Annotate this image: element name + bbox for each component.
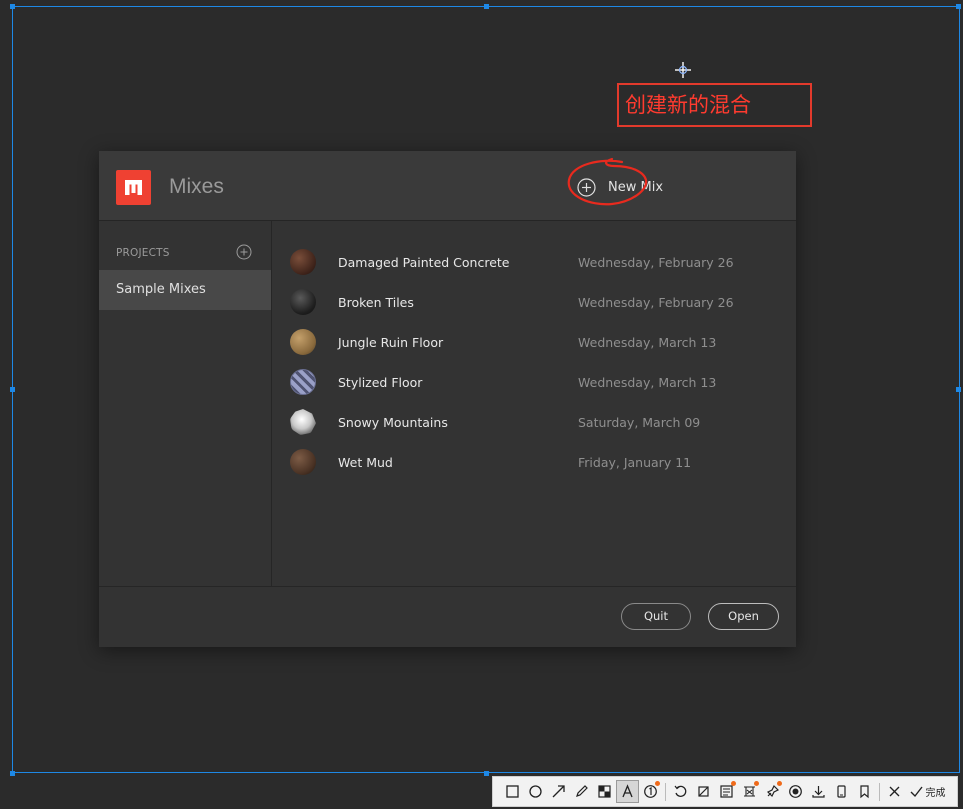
selection-handle[interactable] xyxy=(10,387,15,392)
pen-tool[interactable] xyxy=(570,780,593,803)
annotation-text: 创建新的混合 xyxy=(625,93,751,117)
dialog-title: Mixes xyxy=(169,175,224,198)
number-marker-tool[interactable] xyxy=(639,780,662,803)
annotation-circle-mark xyxy=(567,157,648,206)
crosshair-cursor-icon xyxy=(675,62,691,78)
text-tool[interactable] xyxy=(616,780,639,803)
list-item[interactable]: Broken Tiles Wednesday, February 26 xyxy=(273,282,796,322)
record-icon xyxy=(789,785,802,798)
projects-sidebar: PROJECTS Sample Mixes xyxy=(99,221,272,586)
dialog-footer: Quit Open xyxy=(99,586,796,647)
numbered-marker-icon xyxy=(644,785,657,798)
sidebar-item-sample-mixes[interactable]: Sample Mixes xyxy=(99,270,271,310)
arrow-icon xyxy=(552,785,565,798)
mosaic-tool[interactable] xyxy=(593,780,616,803)
rectangle-tool[interactable] xyxy=(501,780,524,803)
add-project-icon[interactable] xyxy=(236,244,252,260)
mosaic-icon xyxy=(598,785,611,798)
list-item[interactable]: Snowy Mountains Saturday, March 09 xyxy=(273,402,796,442)
record-tool[interactable] xyxy=(784,780,807,803)
bookmark-tool[interactable] xyxy=(853,780,876,803)
phone-icon xyxy=(837,785,846,798)
bookmark-icon xyxy=(860,785,869,799)
toolbar-divider xyxy=(665,782,666,801)
save-tool[interactable] xyxy=(807,780,830,803)
selection-handle[interactable] xyxy=(10,4,15,9)
list-item[interactable]: Damaged Painted Concrete Wednesday, Febr… xyxy=(273,242,796,282)
capture-toolbar: 完成 xyxy=(492,776,958,807)
dialog-header: Mixes New Mix xyxy=(99,151,796,221)
mix-name: Snowy Mountains xyxy=(338,414,448,430)
done-label: 完成 xyxy=(925,788,946,799)
ocr-icon xyxy=(720,785,733,798)
download-icon xyxy=(812,786,825,798)
mix-list: Damaged Painted Concrete Wednesday, Febr… xyxy=(273,222,796,586)
pin-tool[interactable] xyxy=(761,780,784,803)
notification-dot xyxy=(754,781,759,786)
selection-handle[interactable] xyxy=(484,4,489,9)
list-item[interactable]: Stylized Floor Wednesday, March 13 xyxy=(273,362,796,402)
mix-date: Wednesday, February 26 xyxy=(578,294,734,310)
list-item[interactable]: Wet Mud Friday, January 11 xyxy=(273,442,796,482)
mix-date: Saturday, March 09 xyxy=(578,414,701,430)
mixes-dialog: Mixes New Mix PROJECTS Sample Mixes Dama… xyxy=(99,151,796,647)
notification-dot xyxy=(777,781,782,786)
translate-tool[interactable] xyxy=(738,780,761,803)
toolbar-divider xyxy=(879,782,880,801)
notification-dot xyxy=(731,781,736,786)
ocr-tool[interactable] xyxy=(715,780,738,803)
ellipse-tool[interactable] xyxy=(524,780,547,803)
pencil-icon xyxy=(576,785,588,797)
mix-thumbnail xyxy=(290,289,316,315)
selection-handle[interactable] xyxy=(484,771,489,776)
mix-thumbnail xyxy=(290,369,316,395)
selection-handle[interactable] xyxy=(10,771,15,776)
text-icon xyxy=(622,784,633,798)
pin-icon xyxy=(766,784,780,798)
mix-name: Jungle Ruin Floor xyxy=(338,334,444,350)
device-tool[interactable] xyxy=(830,780,853,803)
mix-thumbnail xyxy=(290,329,316,355)
cancel-tool[interactable] xyxy=(883,780,906,803)
crop-tool[interactable] xyxy=(692,780,715,803)
check-icon xyxy=(910,786,923,798)
notification-dot xyxy=(655,781,660,786)
mix-thumbnail xyxy=(290,409,316,435)
translate-icon xyxy=(744,786,755,797)
done-button[interactable]: 完成 xyxy=(906,780,948,803)
mix-date: Friday, January 11 xyxy=(578,454,692,470)
annotation-textbox[interactable]: 创建新的混合 xyxy=(617,83,812,127)
rectangle-icon xyxy=(506,785,519,798)
mix-date: Wednesday, March 13 xyxy=(578,374,717,390)
quit-button[interactable]: Quit xyxy=(621,603,691,630)
mix-name: Broken Tiles xyxy=(338,294,414,310)
open-button[interactable]: Open xyxy=(708,603,779,630)
selection-handle[interactable] xyxy=(956,4,961,9)
mix-name: Damaged Painted Concrete xyxy=(338,254,510,270)
list-item[interactable]: Jungle Ruin Floor Wednesday, March 13 xyxy=(273,322,796,362)
mix-name: Stylized Floor xyxy=(338,374,423,390)
circle-icon xyxy=(529,785,542,798)
undo-tool[interactable] xyxy=(669,780,692,803)
projects-section-label: PROJECTS xyxy=(116,247,170,259)
mix-thumbnail xyxy=(290,449,316,475)
close-icon xyxy=(889,786,900,797)
mix-thumbnail xyxy=(290,249,316,275)
mix-date: Wednesday, March 13 xyxy=(578,334,717,350)
app-logo-icon xyxy=(116,170,151,205)
crop-icon xyxy=(698,786,709,797)
selection-handle[interactable] xyxy=(956,387,961,392)
mix-name: Wet Mud xyxy=(338,454,393,470)
arrow-tool[interactable] xyxy=(547,780,570,803)
mix-date: Wednesday, February 26 xyxy=(578,254,734,270)
undo-icon xyxy=(674,785,687,797)
